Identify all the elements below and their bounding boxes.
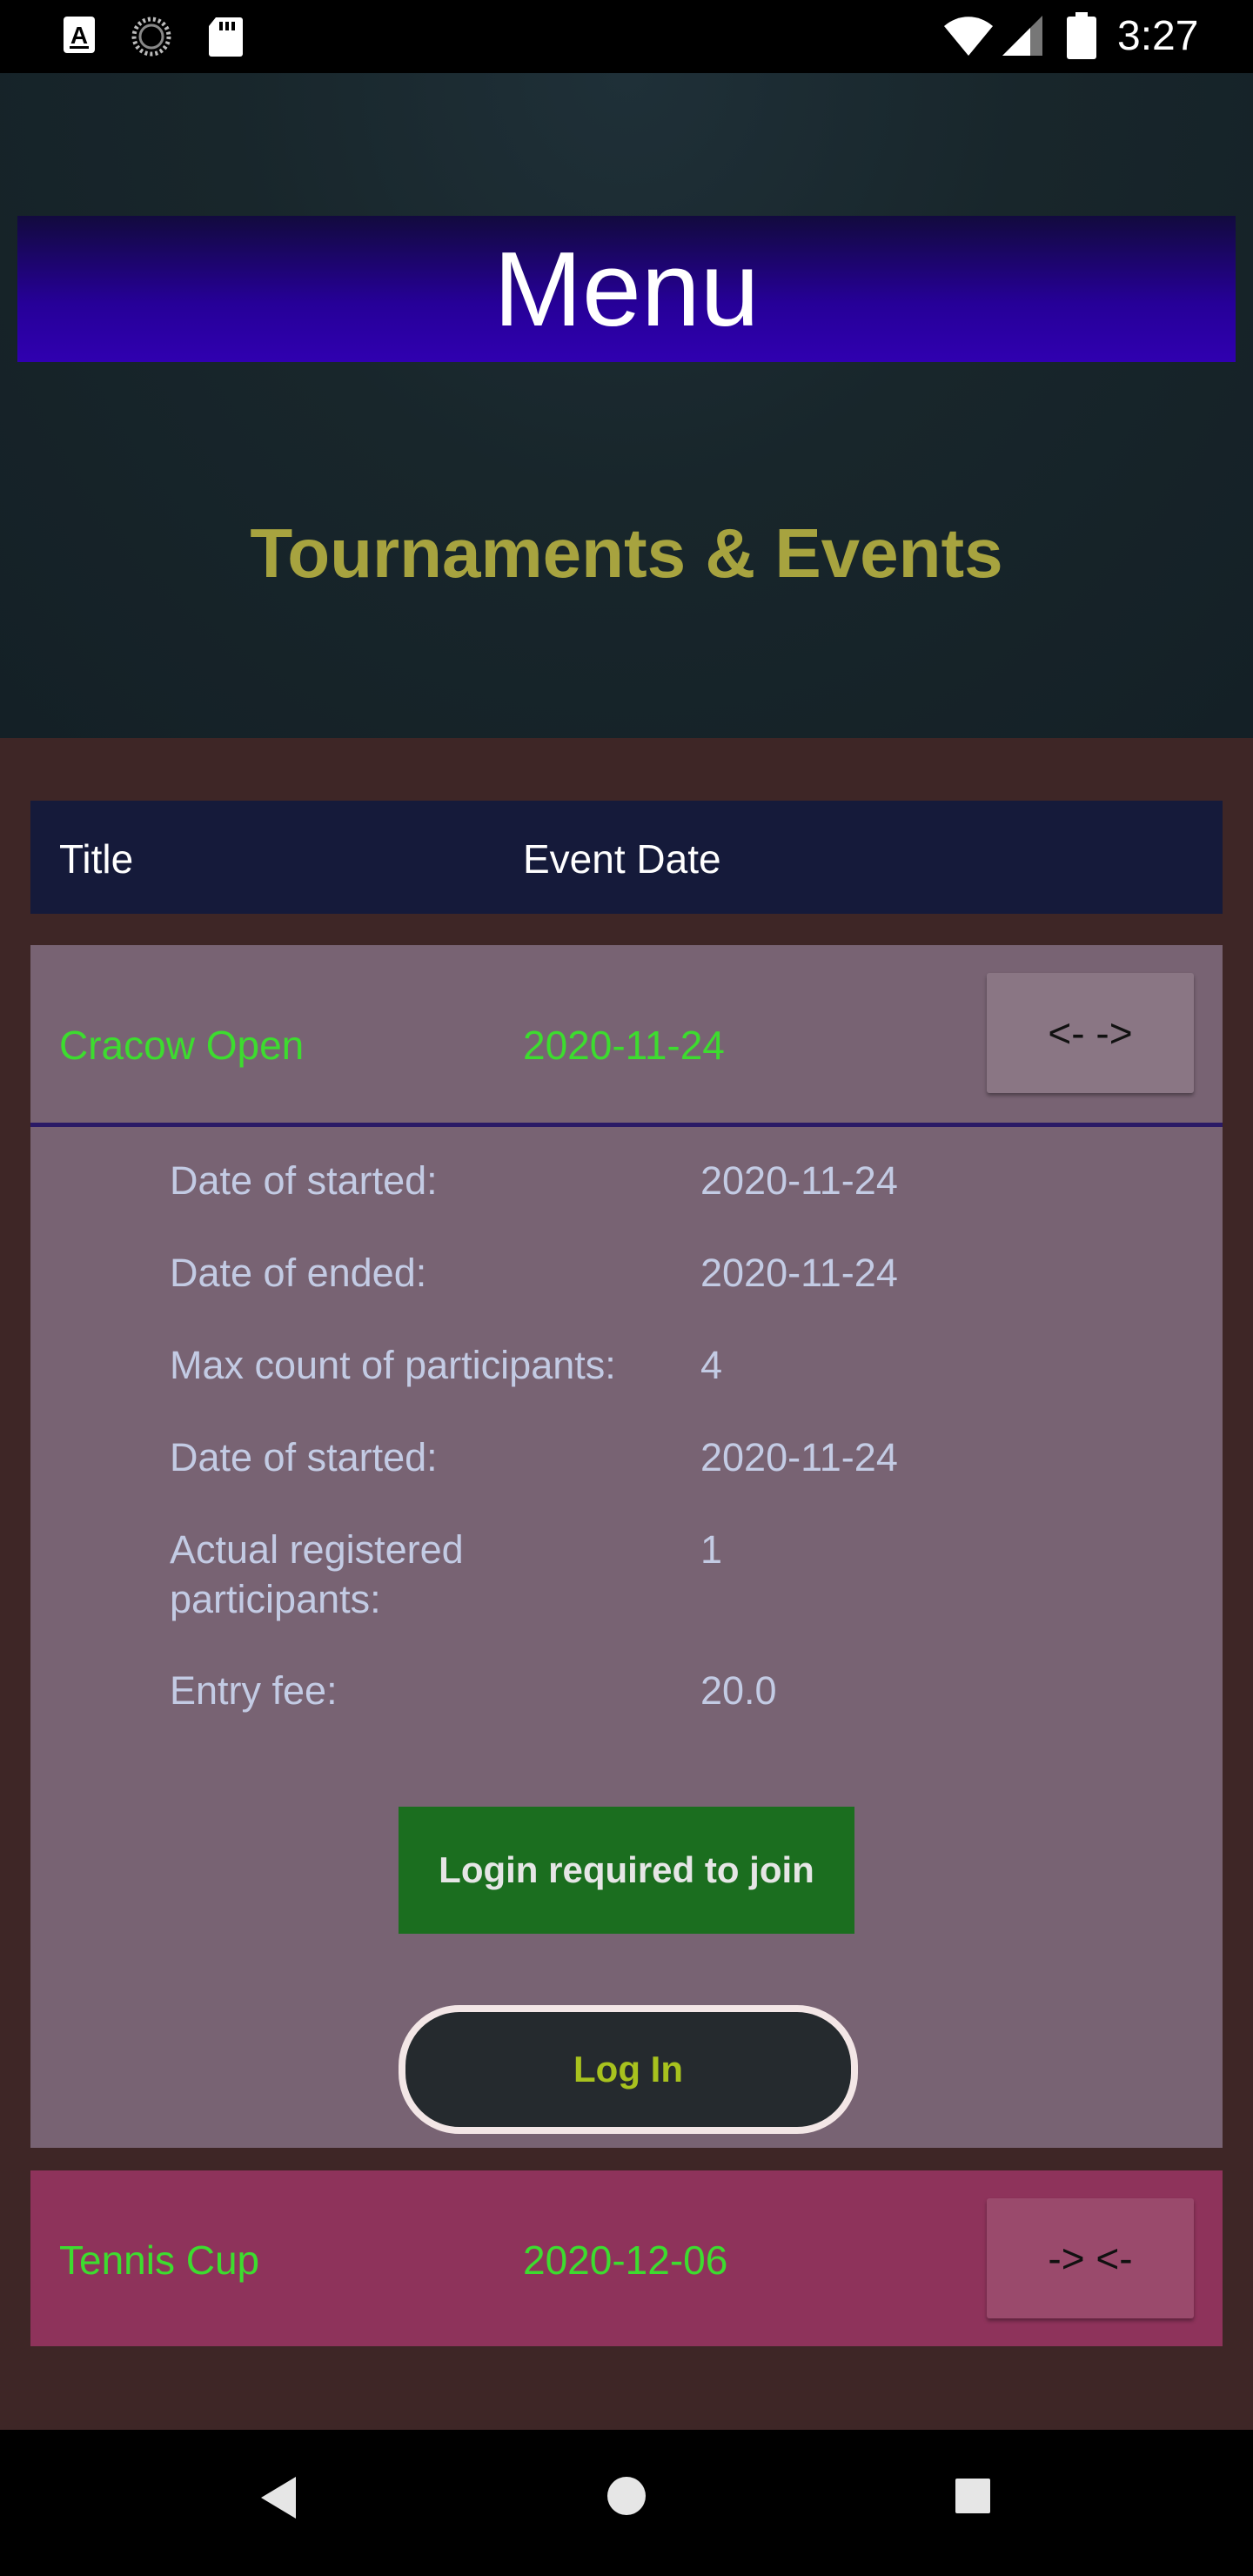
sd-card-icon xyxy=(209,17,243,57)
detail-value-entry-fee: 20.0 xyxy=(700,1668,777,1713)
column-title: Title xyxy=(59,836,134,882)
svg-text:A: A xyxy=(70,22,88,49)
expand-toggle-button[interactable]: -> <- xyxy=(987,2198,1194,2318)
event-card-expanded: Cracow Open 2020-11-24 <- -> Date of sta… xyxy=(30,945,1223,2148)
list-header: Title Event Date xyxy=(30,801,1223,914)
detail-value-date-ended: 2020-11-24 xyxy=(700,1251,898,1295)
detail-label-date-started: Date of started: xyxy=(170,1158,438,1203)
detail-value-max-participants: 4 xyxy=(700,1343,723,1387)
join-button[interactable]: Login required to join xyxy=(399,1807,854,1934)
detail-label-date-ended: Date of ended: xyxy=(170,1251,427,1295)
menu-title: Menu xyxy=(493,230,760,348)
detail-value-date-started-2: 2020-11-24 xyxy=(700,1435,898,1479)
battery-icon xyxy=(1067,12,1096,59)
text-a-icon: A xyxy=(64,17,95,53)
event-card-collapsed[interactable]: Tennis Cup 2020-12-06 -> <- xyxy=(30,2170,1223,2346)
log-in-button[interactable]: Log In xyxy=(399,2005,858,2134)
collapse-toggle-button[interactable]: <- -> xyxy=(987,973,1194,1093)
wifi-icon xyxy=(944,17,993,56)
home-icon[interactable] xyxy=(606,2475,647,2517)
detail-label-registered: Actual registered participants: xyxy=(170,1527,464,1621)
loading-spinner-icon xyxy=(131,17,171,57)
event-date: 2020-11-24 xyxy=(523,1023,725,1068)
status-time: 3:27 xyxy=(1117,13,1199,59)
signal-icon xyxy=(1002,16,1042,56)
detail-label-entry-fee: Entry fee: xyxy=(170,1668,338,1713)
card-divider xyxy=(30,1123,1223,1127)
detail-value-registered: 1 xyxy=(700,1527,723,1572)
header-area: Menu Tournaments & Events xyxy=(0,73,1253,738)
section-title: Tournaments & Events xyxy=(250,514,1003,592)
column-event-date: Event Date xyxy=(523,836,721,882)
event-title: Cracow Open xyxy=(59,1023,305,1068)
navigation-bar xyxy=(0,2430,1253,2576)
menu-bar[interactable]: Menu xyxy=(17,216,1236,362)
detail-label-max-participants: Max count of participants: xyxy=(170,1343,616,1387)
event-title: Tennis Cup xyxy=(59,2237,260,2283)
back-icon[interactable] xyxy=(258,2475,299,2520)
status-bar: A 3:27 xyxy=(0,0,1253,73)
recents-icon[interactable] xyxy=(954,2477,992,2515)
detail-label-date-started-2: Date of started: xyxy=(170,1435,438,1479)
detail-value-date-started: 2020-11-24 xyxy=(700,1158,898,1203)
event-date: 2020-12-06 xyxy=(523,2237,728,2283)
